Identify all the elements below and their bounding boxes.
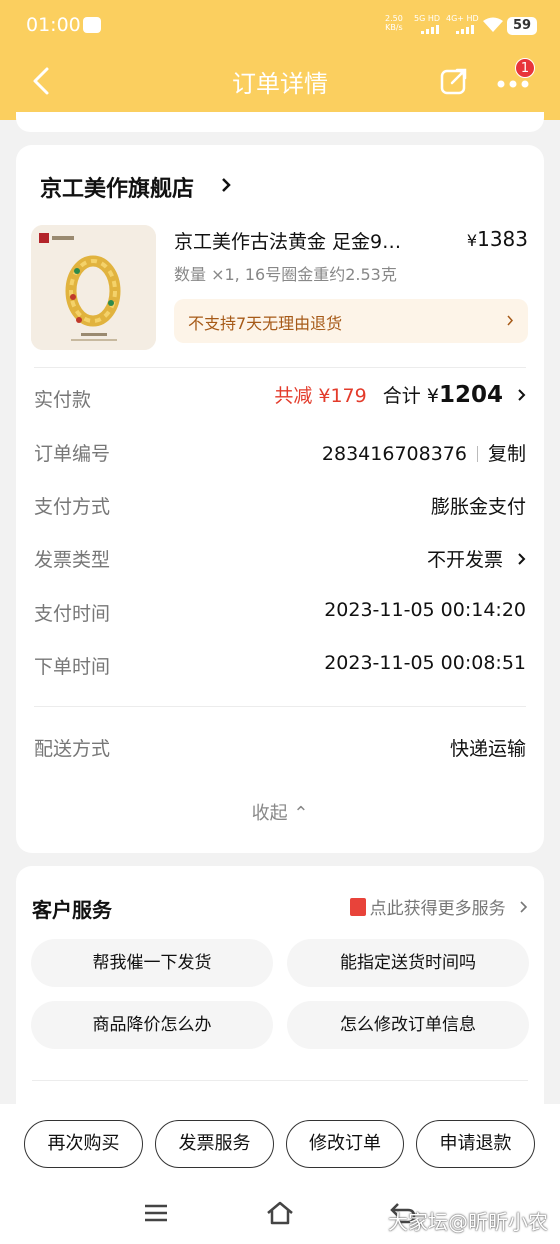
header-bar: 01:00 2.50 KB/s 5G HD 4G+ HD 59 订单详情 1 [0,0,560,120]
copy-button[interactable]: 复制 [488,443,526,465]
quick-question-chip[interactable]: 怎么修改订单信息 [287,1001,529,1049]
refund-policy-notice[interactable]: 不支持7天无理由退货 [174,299,528,343]
gold-ring-image [31,225,156,350]
quick-question-chip[interactable]: 商品降价怎么办 [31,1001,273,1049]
order-number: 283416708376 [321,443,467,465]
paid-amount-label: 实付款 [34,389,92,411]
signal-4g-label: 4G+ HD [446,14,479,23]
chevron-right-icon [518,389,526,401]
payment-method-label: 支付方式 [34,496,111,518]
more-services-link[interactable]: 点此获得更多服务 [349,894,528,919]
order-action-bar: 再次购买 发票服务 修改订单 申请退款 [0,1104,560,1184]
chevron-right-icon[interactable] [220,177,232,193]
system-navigation-bar: 大家坛@昕昕小农 [0,1184,560,1244]
delivery-method-label: 配送方式 [34,738,111,760]
product-thumbnail[interactable] [31,225,156,350]
invoice-type-row[interactable]: 不开发票 [427,545,526,572]
divider [34,367,526,368]
request-refund-button[interactable]: 申请退款 [416,1120,535,1168]
signal-5g-icon [421,24,441,34]
delivery-method-value: 快递运输 [449,738,526,760]
divider [34,706,526,707]
service-flag-icon [349,898,366,916]
page-title: 订单详情 [232,70,328,98]
separator [476,446,478,462]
watermark-text: 大家坛@昕昕小农 [388,1210,548,1234]
product-quantity: 数量 ×1, 16号圈金重约2.53克 [174,265,397,284]
home-icon[interactable] [265,1198,295,1228]
status-time: 01:00 [26,14,81,36]
total-label: 合计 ¥ [382,385,439,407]
total-value: 1204 [438,382,503,408]
invoice-type-value: 不开发票 [426,549,503,571]
customer-service-card: 客户服务 点此获得更多服务 帮我催一下发货 能指定送货时间吗 商品降价怎么办 怎… [16,866,544,1126]
payment-time-label: 支付时间 [34,603,111,625]
product-price: ¥1383 [466,227,528,251]
quick-question-chip[interactable]: 能指定送货时间吗 [287,939,529,987]
modify-order-button[interactable]: 修改订单 [286,1120,404,1168]
divider [32,1080,528,1081]
app-notification-icon [83,17,101,33]
quick-question-chip[interactable]: 帮我催一下发货 [31,939,273,987]
refund-notice-text: 不支持7天无理由退货 [188,314,343,333]
chevron-right-icon [520,901,528,913]
notification-badge: 1 [515,58,535,78]
product-name[interactable]: 京工美作古法黄金 足金9… [174,227,444,254]
previous-card-edge [16,112,544,132]
menu-icon[interactable] [141,1198,171,1228]
paid-amount-row[interactable]: 共减 ¥179 合计 ¥1204 [274,381,526,408]
order-time-value: 2023-11-05 00:08:51 [324,652,526,674]
chevron-right-icon [518,553,526,565]
discount-text: 共减 ¥179 [274,385,367,407]
network-speed: 2.50 KB/s [385,14,403,32]
payment-method-value: 膨胀金支付 [430,496,526,518]
buy-again-button[interactable]: 再次购买 [24,1120,143,1168]
store-name[interactable]: 京工美作旗舰店 [40,171,194,203]
customer-service-title: 客户服务 [32,898,112,922]
order-number-label: 订单编号 [34,443,111,465]
signal-5g-label: 5G HD [414,14,441,23]
order-card: 京工美作旗舰店 京工美作古法黄金 足金9… ¥1383 数量 ×1, 16号圈金… [16,145,544,853]
invoice-service-button[interactable]: 发票服务 [155,1120,274,1168]
battery-indicator: 59 [507,17,537,35]
signal-4g-icon [456,24,476,34]
order-time-label: 下单时间 [34,656,111,678]
wifi-icon [483,17,503,32]
payment-time-value: 2023-11-05 00:14:20 [324,599,526,621]
status-bar: 01:00 2.50 KB/s 5G HD 4G+ HD 59 [0,0,560,52]
chevron-right-icon [507,315,514,326]
collapse-toggle[interactable]: 收起 ⌃ [16,799,544,825]
order-number-row: 283416708376 复制 [322,439,526,466]
share-icon[interactable] [440,67,468,95]
invoice-type-label: 发票类型 [34,549,111,571]
